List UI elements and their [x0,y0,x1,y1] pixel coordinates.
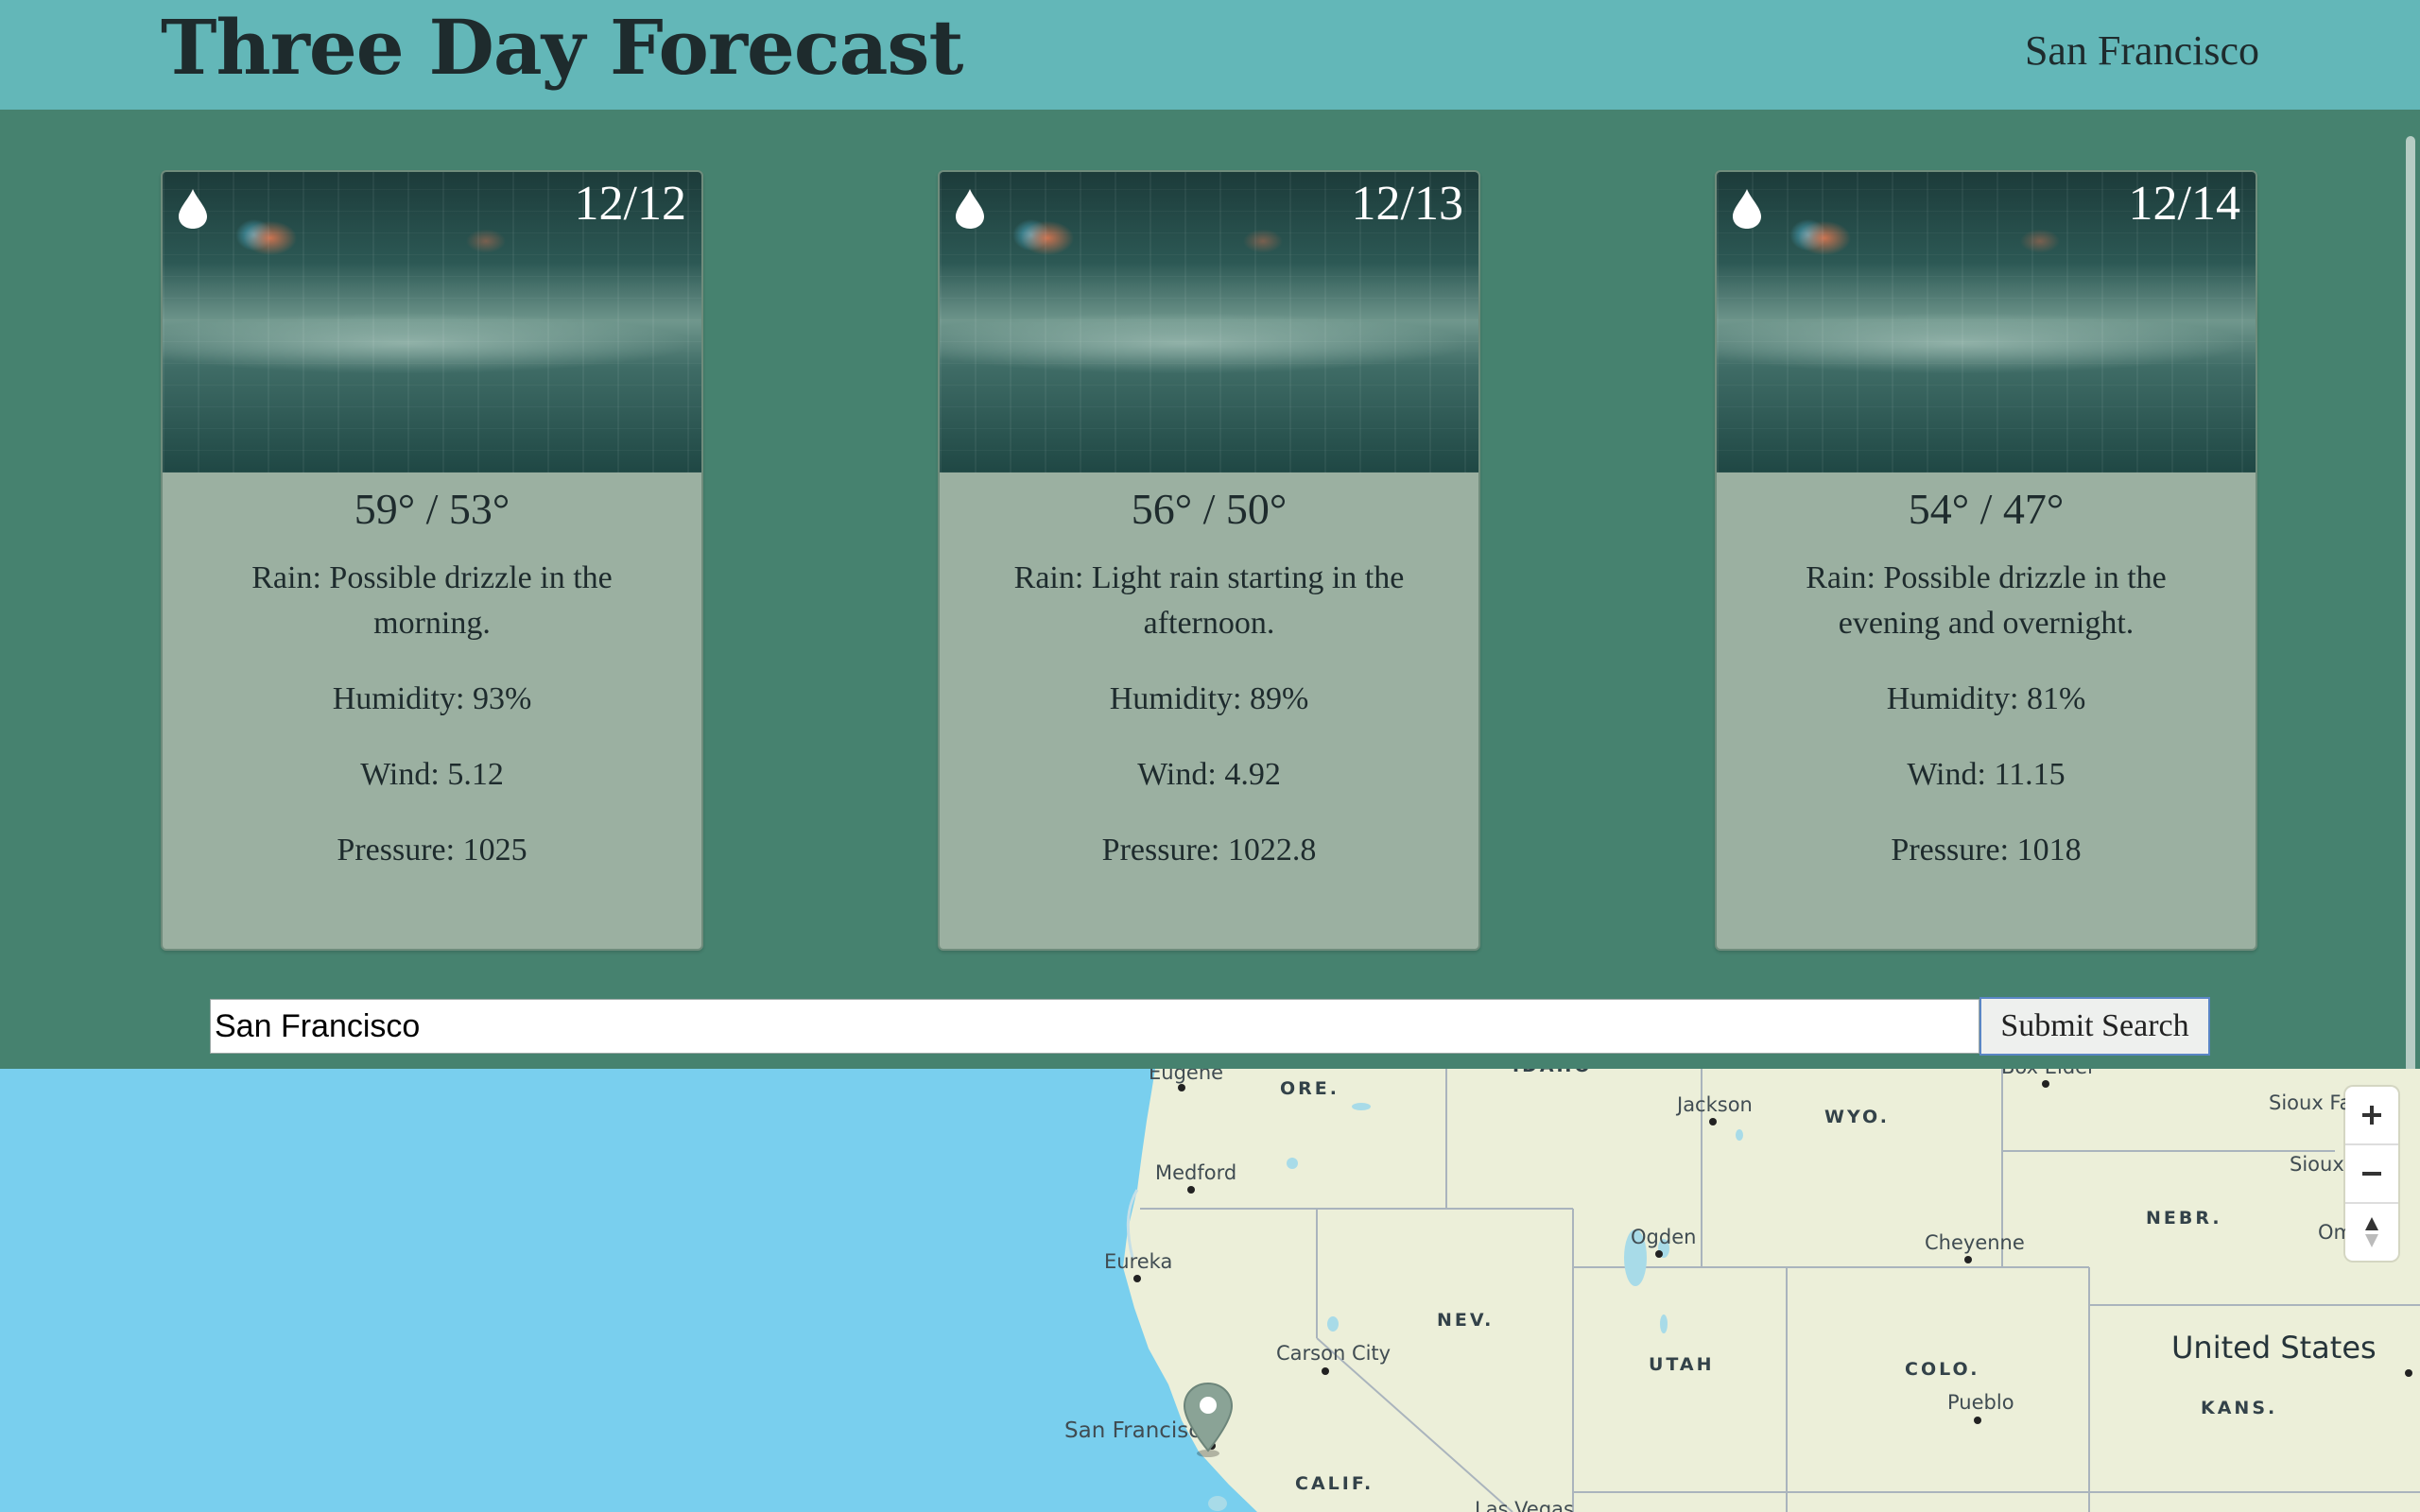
raindrop-icon [1733,189,1761,229]
rain-detail: Rain: Possible drizzle in the evening an… [1717,556,2256,646]
wind-detail: Wind: 4.92 [940,752,1478,798]
forecast-date: 12/12 [574,177,686,231]
humidity-detail: Humidity: 81% [1717,677,2256,722]
rain-detail: Rain: Possible drizzle in the morning. [163,556,701,646]
map-country-label: United States [2171,1330,2377,1366]
map-city-label: Eureka [1104,1250,1173,1273]
humidity-label: Humidity: [1109,681,1242,716]
humidity-value: 81% [2026,681,2086,716]
app-header: Three Day Forecast San Francisco [0,0,2420,110]
pressure-label: Pressure: [1101,833,1220,868]
forecast-section: 12/12 59° / 53° Rain: Possible drizzle i… [0,110,2420,1069]
rain-value: Possible drizzle in the morning. [329,560,613,641]
rain-detail: Rain: Light rain starting in the afterno… [940,556,1478,646]
pressure-detail: Pressure: 1022.8 [940,828,1478,873]
wind-label: Wind: [1137,757,1217,792]
map-city-label: Eugene [1149,1069,1224,1084]
temperature-range: 54° / 47° [1908,485,2065,533]
wind-label: Wind: [360,757,440,792]
map-city-label: Box Elder [2001,1069,2096,1078]
pressure-label: Pressure: [1891,833,2010,868]
pressure-value: 1025 [462,833,527,868]
wind-value: 4.92 [1224,757,1281,792]
map-city-label: Jackson [1677,1093,1753,1116]
humidity-detail: Humidity: 93% [163,677,701,722]
map-city-label: Sioux Fa [2269,1091,2352,1114]
wind-label: Wind: [1907,757,1986,792]
map-city-label: Carson City [1276,1342,1392,1365]
compass-icon [2365,1217,2378,1247]
map-city-label: Cheyenne [1925,1231,2025,1254]
rain-label: Rain: [251,560,321,595]
rain-label: Rain: [1013,560,1084,595]
city-search-input[interactable] [210,999,1979,1054]
pressure-value: 1022.8 [1227,833,1317,868]
wind-value: 11.15 [1994,757,2066,792]
raindrop-icon [179,189,207,229]
rain-value: Light rain starting in the afternoon. [1091,560,1405,641]
map-state-label: KANS. [2201,1398,2278,1418]
map-state-label: CALIF. [1295,1473,1374,1494]
map-city-label: Pueblo [1947,1391,2014,1414]
map-state-label: UTAH [1649,1354,1715,1375]
raindrop-icon [956,189,984,229]
map-zoom-controls [2345,1087,2398,1261]
rain-value: Possible drizzle in the evening and over… [1838,560,2167,641]
forecast-card: 12/12 59° / 53° Rain: Possible drizzle i… [161,170,703,951]
page-title: Three Day Forecast [161,3,963,92]
forecast-date: 12/13 [1351,177,1463,231]
temperature-range: 59° / 53° [354,485,510,533]
pressure-detail: Pressure: 1025 [163,828,701,873]
zoom-out-button[interactable] [2345,1145,2398,1202]
rain-label: Rain: [1806,560,1876,595]
zoom-in-button[interactable] [2345,1087,2398,1143]
map-city-label: Medford [1155,1161,1237,1184]
map-state-label: NEBR. [2146,1208,2222,1228]
map-state-label: IDAHO [1512,1069,1593,1076]
forecast-details: 59° / 53° Rain: Possible drizzle in the … [163,472,701,873]
map-city-label: Las Vegas [1475,1498,1574,1512]
humidity-label: Humidity: [1886,681,2019,716]
map-view[interactable]: Eugene Jackson Box Elder Sioux Fa Medfor… [0,1069,2420,1512]
map-state-label: ORE. [1280,1078,1340,1099]
pressure-detail: Pressure: 1018 [1717,828,2256,873]
temperature-range: 56° / 50° [1131,485,1288,533]
humidity-detail: Humidity: 89% [940,677,1478,722]
pressure-label: Pressure: [337,833,456,868]
pressure-value: 1018 [2016,833,2082,868]
map-city-label: Ogden [1631,1226,1697,1248]
humidity-value: 89% [1249,681,1309,716]
plus-icon [2362,1106,2381,1125]
reset-bearing-button[interactable] [2345,1204,2398,1261]
map-state-label: NEV. [1437,1310,1495,1331]
humidity-label: Humidity: [332,681,465,716]
forecast-date: 12/14 [2128,177,2240,231]
forecast-card: 12/13 56° / 50° Rain: Light rain startin… [938,170,1480,951]
wind-detail: Wind: 11.15 [1717,752,2256,798]
submit-search-button[interactable]: Submit Search [1979,997,2210,1056]
forecast-card: 12/14 54° / 47° Rain: Possible drizzle i… [1715,170,2257,951]
minus-icon [2362,1172,2381,1176]
forecast-details: 56° / 50° Rain: Light rain starting in t… [940,472,1478,873]
wind-detail: Wind: 5.12 [163,752,701,798]
map-state-label: COLO. [1905,1359,1980,1380]
wind-value: 5.12 [447,757,504,792]
forecast-details: 54° / 47° Rain: Possible drizzle in the … [1717,472,2256,873]
map-state-label: WYO. [1824,1107,1890,1127]
header-city-label: San Francisco [2024,27,2259,74]
location-marker-icon[interactable] [1180,1381,1236,1458]
humidity-value: 93% [472,681,532,716]
